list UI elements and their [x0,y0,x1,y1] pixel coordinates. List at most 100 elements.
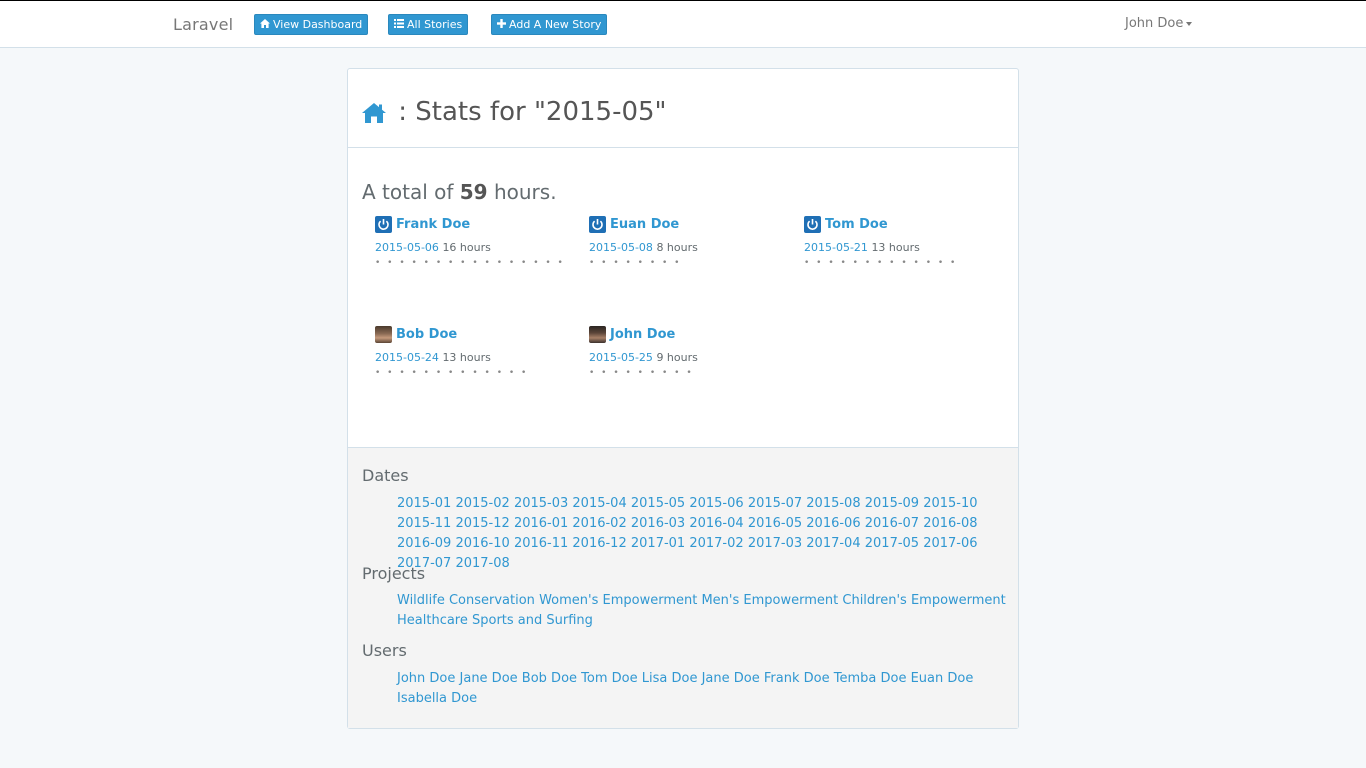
date-link[interactable]: 2015-05-24 [375,351,439,364]
user-name-link[interactable]: Bob Doe [396,327,457,342]
date-link[interactable]: 2015-11 [397,516,451,531]
user-link[interactable]: Jane Doe [702,671,760,686]
date-link[interactable]: 2016-06 [806,516,860,531]
date-link[interactable]: 2015-05-08 [589,241,653,254]
panel-body: A total of 59 hours. Frank Doe 2015-05-0… [348,148,1018,448]
add-story-label: Add A New Story [509,18,602,31]
date-link[interactable]: 2017-01 [631,536,685,551]
avatar [375,325,392,343]
date-link[interactable]: 2017-03 [748,536,802,551]
date-link[interactable]: 2016-11 [514,536,568,551]
date-link[interactable]: 2016-12 [572,536,626,551]
view-dashboard-button[interactable]: View Dashboard [254,14,369,35]
plus-icon [497,16,506,35]
date-link[interactable]: 2015-05 [631,496,685,511]
date-link[interactable]: 2017-05 [865,536,919,551]
date-link[interactable]: 2017-08 [455,556,509,571]
hour-dots: • • • • • • • • • • • • • • • • [375,258,565,268]
home-link[interactable] [362,97,398,127]
avatar [589,325,606,343]
date-link[interactable]: 2016-08 [923,516,977,531]
hour-dots: • • • • • • • • • • • • • [804,258,958,268]
hours-text: 16 hours [442,241,491,254]
user-link[interactable]: Bob Doe [522,671,577,686]
title-text: : Stats for "2015-05" [398,97,667,127]
user-link[interactable]: Isabella Doe [397,691,477,706]
hours-text: 13 hours [871,241,920,254]
date-link[interactable]: 2016-07 [865,516,919,531]
project-link[interactable]: Men's Empowerment [701,593,838,608]
all-stories-label: All Stories [407,18,463,31]
user-dropdown-label: John Doe [1125,16,1184,31]
user-name-link[interactable]: Frank Doe [396,217,470,232]
user-dropdown[interactable]: John Doe [1125,16,1193,31]
date-link[interactable]: 2015-04 [572,496,626,511]
project-link[interactable]: Children's Empowerment [842,593,1005,608]
date-link[interactable]: 2016-01 [514,516,568,531]
date-link[interactable]: 2015-10 [923,496,977,511]
list-icon [394,16,404,35]
date-link[interactable]: 2017-06 [923,536,977,551]
date-link[interactable]: 2015-07 [748,496,802,511]
date-link[interactable]: 2015-06 [689,496,743,511]
page-title: : Stats for "2015-05" [362,97,667,127]
user-name-link[interactable]: John Doe [610,327,675,342]
power-icon [589,215,606,233]
date-link[interactable]: 2016-09 [397,536,451,551]
date-link[interactable]: 2017-04 [806,536,860,551]
date-link[interactable]: 2015-12 [455,516,509,531]
power-icon [375,215,392,233]
project-link[interactable]: Wildlife Conservation [397,593,535,608]
hour-dots: • • • • • • • • • • • • • [375,368,529,378]
user-name-link[interactable]: Euan Doe [610,217,679,232]
date-link[interactable]: 2015-01 [397,496,451,511]
user-link[interactable]: John Doe [397,671,455,686]
project-link[interactable]: Women's Empowerment [539,593,697,608]
dates-heading: Dates [362,466,409,485]
date-link[interactable]: 2016-10 [455,536,509,551]
dates-link-list: 2015-01 2015-02 2015-03 2015-04 2015-05 … [397,494,1007,574]
caret-down-icon [1186,21,1193,26]
projects-link-list: Wildlife Conservation Women's Empowermen… [397,591,1007,631]
date-link[interactable]: 2016-03 [631,516,685,531]
projects-heading: Projects [362,564,426,583]
date-link[interactable]: 2015-03 [514,496,568,511]
date-link[interactable]: 2015-08 [806,496,860,511]
home-icon [260,16,270,35]
view-dashboard-label: View Dashboard [273,18,363,31]
date-link[interactable]: 2016-04 [689,516,743,531]
date-link[interactable]: 2015-02 [455,496,509,511]
user-card: John Doe 2015-05-25 9 hours • • • • • • … [589,325,789,378]
users-heading: Users [362,641,407,660]
user-link[interactable]: Euan Doe [911,671,974,686]
date-link[interactable]: 2015-05-25 [589,351,653,364]
user-link[interactable]: Temba Doe [834,671,907,686]
home-icon [362,103,386,123]
power-icon [804,215,821,233]
project-link[interactable]: Healthcare [397,613,468,628]
top-navbar: Laravel View Dashboard All Stories Add A… [0,0,1366,48]
date-link[interactable]: 2016-02 [572,516,626,531]
hours-text: 9 hours [656,351,698,364]
hours-text: 13 hours [442,351,491,364]
date-link[interactable]: 2015-05-06 [375,241,439,254]
panel-footer: Dates 2015-01 2015-02 2015-03 2015-04 20… [348,447,1018,728]
user-name-link[interactable]: Tom Doe [825,217,888,232]
user-link[interactable]: Lisa Doe [642,671,698,686]
date-link[interactable]: 2016-05 [748,516,802,531]
total-hours-value: 59 [459,180,488,204]
hours-text: 8 hours [656,241,698,254]
user-link[interactable]: Frank Doe [764,671,830,686]
user-link[interactable]: Jane Doe [460,671,518,686]
users-link-list: John Doe Jane Doe Bob Doe Tom Doe Lisa D… [397,669,1007,709]
total-prefix: A total of [362,180,454,204]
date-link[interactable]: 2015-05-21 [804,241,868,254]
project-link[interactable]: Sports and Surfing [472,613,593,628]
date-link[interactable]: 2015-09 [865,496,919,511]
user-card: Frank Doe 2015-05-06 16 hours • • • • • … [375,215,575,268]
brand-link[interactable]: Laravel [173,15,233,34]
all-stories-button[interactable]: All Stories [388,14,469,35]
add-story-button[interactable]: Add A New Story [491,14,608,35]
user-link[interactable]: Tom Doe [581,671,637,686]
date-link[interactable]: 2017-02 [689,536,743,551]
